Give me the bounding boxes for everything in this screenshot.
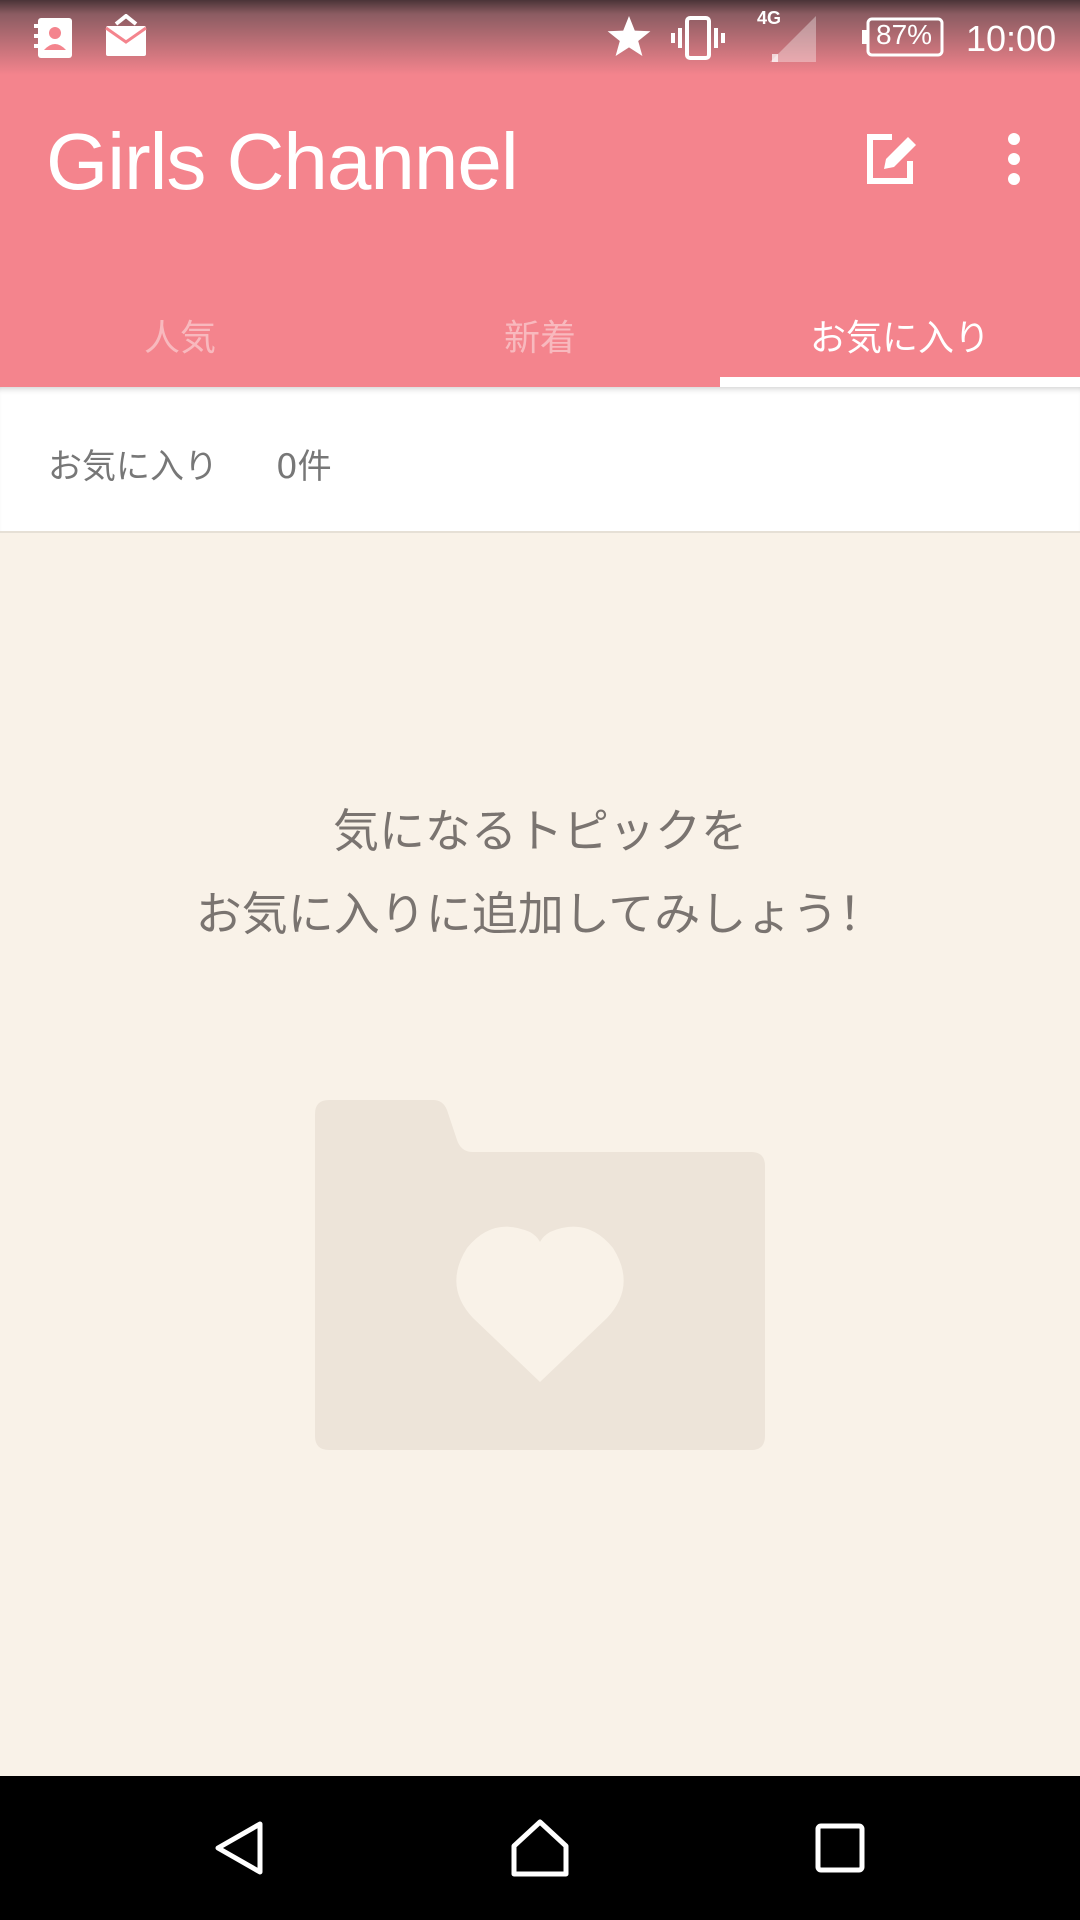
- more-vert-icon: [1008, 133, 1020, 185]
- folder-heart-icon: [315, 1100, 765, 1454]
- status-bar: 4G 87% 10:00: [0, 0, 1080, 75]
- navigation-bar: [0, 1776, 1080, 1920]
- clock: 10:00: [966, 18, 1057, 59]
- signal-icon: [770, 16, 818, 66]
- mail-app-icon: [102, 13, 150, 64]
- vibrate-icon: [670, 14, 726, 66]
- battery-level-text: 87%: [876, 19, 933, 50]
- favorites-count-bar: お気に入り 0件: [0, 387, 1080, 533]
- edit-icon: [867, 134, 916, 184]
- empty-message-line1: 気になるトピックを: [333, 804, 747, 858]
- contacts-app-icon: [32, 16, 76, 64]
- more-options-button[interactable]: [974, 119, 1054, 199]
- back-icon: [215, 1821, 263, 1875]
- app-bar: Girls Channel 人気 新着 お気に入り: [0, 75, 1080, 387]
- compose-button[interactable]: [852, 119, 932, 199]
- star-icon: [605, 14, 653, 64]
- home-button[interactable]: [490, 1806, 590, 1890]
- recents-button[interactable]: [790, 1806, 890, 1890]
- home-icon: [511, 1819, 569, 1877]
- recents-icon: [815, 1823, 865, 1873]
- tab-favorites[interactable]: お気に入り: [720, 280, 1080, 390]
- favorites-label: お気に入り: [48, 447, 218, 487]
- back-button[interactable]: [190, 1806, 290, 1890]
- tab-new[interactable]: 新着: [360, 280, 720, 390]
- app-title: Girls Channel: [46, 117, 519, 206]
- tab-indicator: [720, 377, 1080, 387]
- empty-message-line2: お気に入りに追加してみしょう！: [195, 887, 885, 941]
- tab-popular[interactable]: 人気: [0, 280, 360, 390]
- favorites-count: 0件: [276, 447, 332, 487]
